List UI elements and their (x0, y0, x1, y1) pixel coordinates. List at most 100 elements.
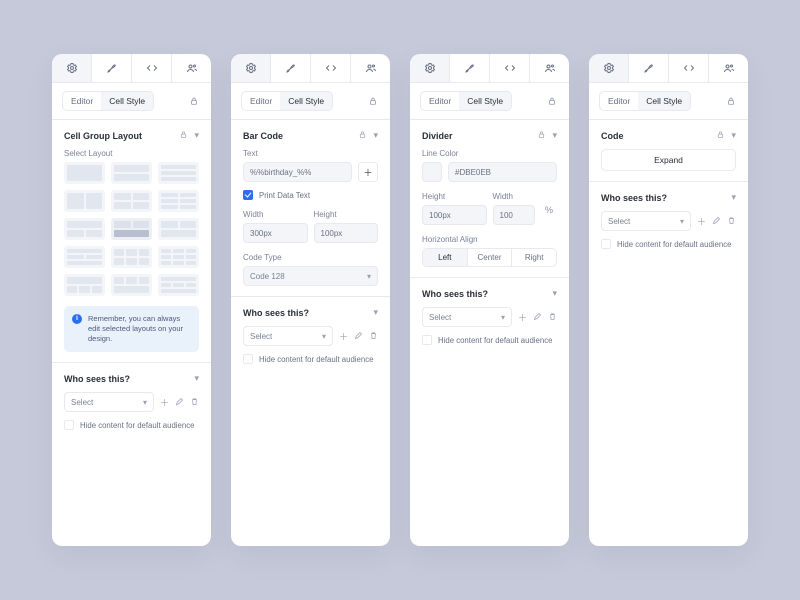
tab-cell-style[interactable]: Cell Style (101, 92, 153, 110)
width-input[interactable]: 100 (493, 205, 536, 225)
pencil-icon[interactable] (533, 312, 542, 323)
pencil-icon[interactable] (175, 397, 184, 408)
lock-icon[interactable] (545, 94, 559, 108)
pencil-icon[interactable] (354, 331, 363, 342)
section-code: Code▾ Expand (589, 120, 748, 182)
chevron-down-icon[interactable]: ▾ (731, 192, 736, 203)
chevron-down-icon[interactable]: ▾ (731, 130, 736, 141)
layout-tile[interactable] (111, 162, 152, 184)
align-left[interactable]: Left (423, 249, 468, 266)
tab-settings-icon[interactable] (410, 54, 450, 82)
tab-brush-icon[interactable] (271, 54, 311, 82)
panel-cell-group-layout: Editor Cell Style Cell Group Layout ▾ Se… (52, 54, 211, 546)
chevron-down-icon[interactable]: ▾ (552, 130, 557, 141)
tab-settings-icon[interactable] (52, 54, 92, 82)
layout-tile[interactable] (64, 246, 105, 268)
add-variable-button[interactable]: ＋ (358, 162, 378, 182)
audience-select[interactable]: Select▾ (64, 392, 154, 412)
lock-icon[interactable] (187, 94, 201, 108)
layout-tile[interactable] (64, 274, 105, 296)
add-icon[interactable]: ＋ (697, 215, 706, 228)
select-layout-label: Select Layout (64, 149, 199, 158)
section-barcode: Bar Code▾ Text %%birthday_%% ＋ Print Dat… (231, 120, 390, 297)
tab-code-icon[interactable] (311, 54, 351, 82)
layout-tile[interactable] (64, 162, 105, 184)
print-data-checkbox[interactable] (243, 190, 253, 200)
layout-tile[interactable] (158, 274, 199, 296)
chevron-down-icon[interactable]: ▾ (194, 373, 199, 384)
code-type-label: Code Type (243, 253, 378, 262)
tab-cell-style[interactable]: Cell Style (459, 92, 511, 110)
add-icon[interactable]: ＋ (160, 396, 169, 409)
layout-tile[interactable] (158, 190, 199, 212)
lock-icon[interactable] (537, 130, 546, 141)
layout-tile[interactable] (111, 190, 152, 212)
section-layout: Cell Group Layout ▾ Select Layout (52, 120, 211, 363)
section-who-sees-this: Who sees this?▾ Select▾ ＋ Hide content f… (52, 363, 211, 440)
lock-icon[interactable] (716, 130, 725, 141)
tab-brush-icon[interactable] (450, 54, 490, 82)
width-input[interactable]: 300px (243, 223, 308, 243)
color-swatch[interactable] (422, 162, 442, 182)
layout-tile[interactable] (64, 218, 105, 240)
tab-editor[interactable]: Editor (421, 92, 459, 110)
layout-tile[interactable] (158, 162, 199, 184)
layout-tile[interactable] (158, 246, 199, 268)
hide-checkbox[interactable] (422, 335, 432, 345)
layout-tile[interactable] (158, 218, 199, 240)
lock-icon[interactable] (724, 94, 738, 108)
add-icon[interactable]: ＋ (339, 330, 348, 343)
expand-button[interactable]: Expand (601, 149, 736, 171)
height-input[interactable]: 100px (422, 205, 487, 225)
align-right[interactable]: Right (512, 249, 556, 266)
layout-grid (64, 162, 199, 296)
hide-checkbox[interactable] (64, 420, 74, 430)
section-title: Cell Group Layout (64, 131, 142, 141)
tab-people-icon[interactable] (172, 54, 211, 82)
chevron-down-icon[interactable]: ▾ (373, 130, 378, 141)
tab-editor[interactable]: Editor (242, 92, 280, 110)
tab-cell-style[interactable]: Cell Style (638, 92, 690, 110)
tab-people-icon[interactable] (709, 54, 748, 82)
lock-icon[interactable] (366, 94, 380, 108)
chevron-down-icon[interactable]: ▾ (373, 307, 378, 318)
layout-tile-selected[interactable] (111, 218, 152, 240)
tab-editor[interactable]: Editor (600, 92, 638, 110)
tab-brush-icon[interactable] (92, 54, 132, 82)
tab-people-icon[interactable] (351, 54, 390, 82)
layout-tile[interactable] (111, 246, 152, 268)
trash-icon[interactable] (369, 331, 378, 342)
tab-cell-style[interactable]: Cell Style (280, 92, 332, 110)
align-center[interactable]: Center (468, 249, 513, 266)
chevron-down-icon[interactable]: ▾ (552, 288, 557, 299)
tab-brush-icon[interactable] (629, 54, 669, 82)
hide-label: Hide content for default audience (80, 421, 194, 430)
trash-icon[interactable] (548, 312, 557, 323)
trash-icon[interactable] (727, 216, 736, 227)
trash-icon[interactable] (190, 397, 199, 408)
lock-icon[interactable] (358, 130, 367, 141)
audience-select[interactable]: Select▾ (243, 326, 333, 346)
add-icon[interactable]: ＋ (518, 311, 527, 324)
pencil-icon[interactable] (712, 216, 721, 227)
lock-icon[interactable] (179, 130, 188, 141)
text-label: Text (243, 149, 378, 158)
layout-tile[interactable] (111, 274, 152, 296)
tab-code-icon[interactable] (132, 54, 172, 82)
tab-code-icon[interactable] (669, 54, 709, 82)
tab-people-icon[interactable] (530, 54, 569, 82)
code-type-select[interactable]: Code 128▾ (243, 266, 378, 286)
audience-select[interactable]: Select▾ (422, 307, 512, 327)
text-input[interactable]: %%birthday_%% (243, 162, 352, 182)
tab-editor[interactable]: Editor (63, 92, 101, 110)
chevron-down-icon[interactable]: ▾ (194, 130, 199, 141)
layout-tile[interactable] (64, 190, 105, 212)
height-input[interactable]: 100px (314, 223, 379, 243)
hide-checkbox[interactable] (601, 239, 611, 249)
tab-code-icon[interactable] (490, 54, 530, 82)
tab-settings-icon[interactable] (589, 54, 629, 82)
hide-checkbox[interactable] (243, 354, 253, 364)
audience-select[interactable]: Select▾ (601, 211, 691, 231)
line-color-input[interactable]: #DBE0EB (448, 162, 557, 182)
tab-settings-icon[interactable] (231, 54, 271, 82)
